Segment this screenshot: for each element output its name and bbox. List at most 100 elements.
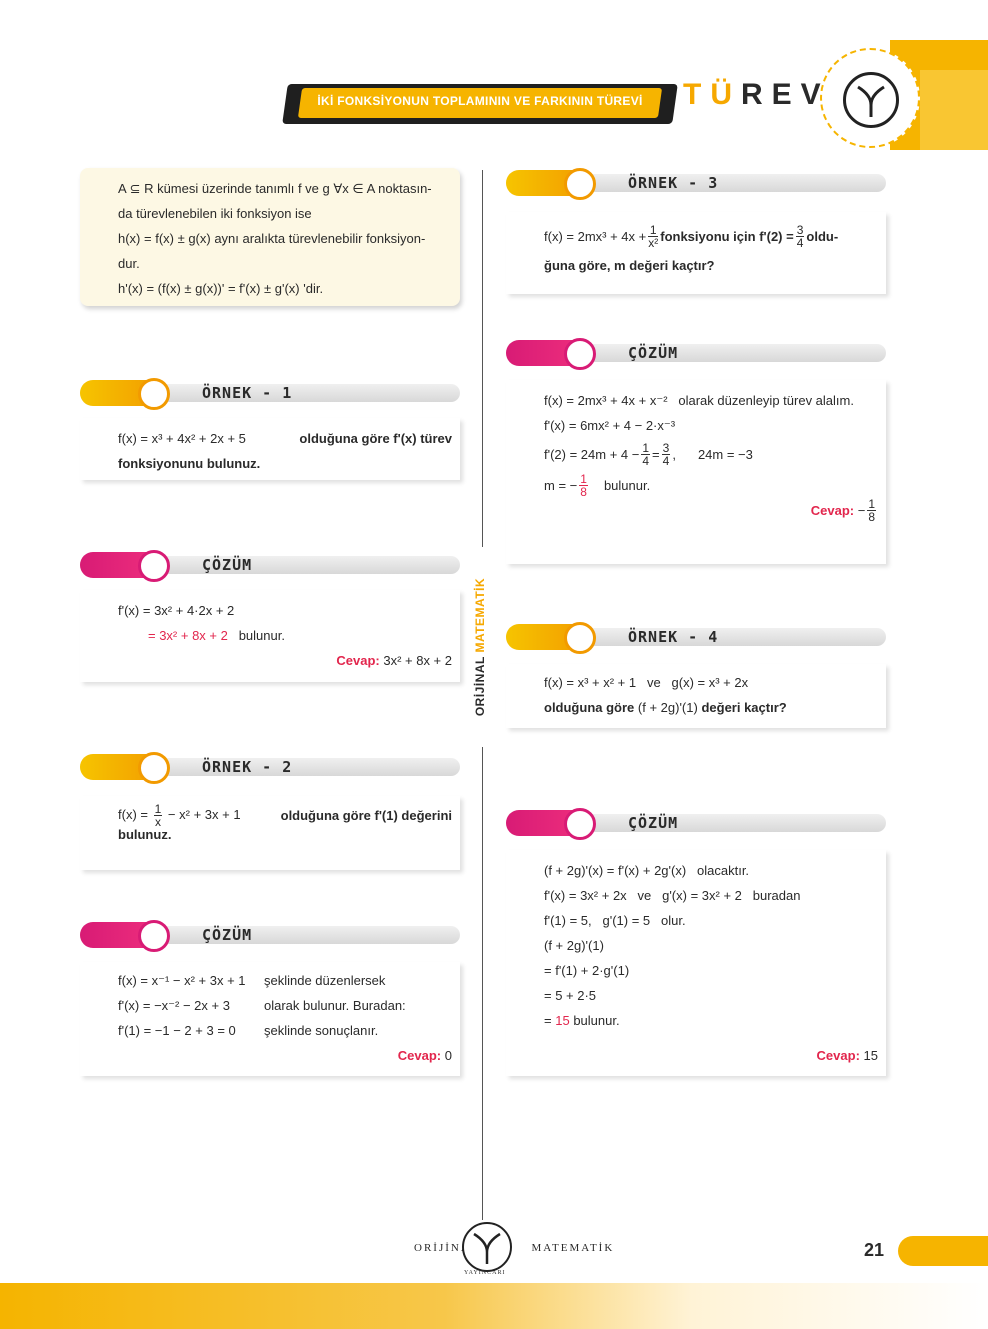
ornek-3-title-bar: ÖRNEK - 3: [506, 168, 886, 200]
cozum-4-line-2-ve: ve: [637, 888, 652, 903]
cozum-3-title: ÇÖZÜM: [628, 344, 679, 362]
cozum-2-title: ÇÖZÜM: [202, 926, 253, 944]
ornek-2-fraction: 1x: [153, 802, 163, 830]
header-banner-text: İKİ FONKSİYONUN TOPLAMININ VE FARKININ T…: [317, 94, 643, 108]
cozum-2-box: f(x) = x⁻¹ − x² + 3x + 1 şeklinde düzenle…: [80, 962, 460, 1076]
cozum-3-line-4-suffix: bulunur.: [603, 478, 651, 493]
cozum-4-box: (f + 2g)'(x) = f'(x) + 2g'(x) olacaktır.…: [506, 850, 886, 1076]
cozum-3-line-4: m = −: [544, 478, 578, 493]
side-brand-label: ORİJİNAL MATEMATİK: [473, 547, 487, 747]
ornek-3-function: f(x) = 2mx³ + 4x +: [544, 229, 647, 244]
ornek-2-title: ÖRNEK - 2: [202, 758, 293, 776]
definition-line-5: h'(x) = (f(x) ± g(x))' = f'(x) ± g'(x) '…: [118, 281, 324, 296]
ornek-1-title: ÖRNEK - 1: [202, 384, 293, 402]
ornek-1-question-b: fonksiyonunu bulunuz.: [118, 456, 261, 471]
cozum-3-answer: Cevap: − 18: [810, 497, 876, 524]
cozum-3-line-1: f(x) = 2mx³ + 4x + x⁻²: [544, 393, 668, 408]
cozum-3-line-2: f'(x) = 6mx² + 4 − 2·x⁻³: [544, 418, 676, 433]
cozum-3-fraction-1: 14: [641, 441, 651, 468]
ornek-4-title: ÖRNEK - 4: [628, 628, 719, 646]
cozum-2-row-3-left: f'(1) = −1 − 2 + 3 = 0: [118, 1023, 236, 1038]
cozum-4-answer: Cevap: 15: [816, 1048, 878, 1063]
y-logo-icon: [843, 72, 899, 128]
ornek-2-fx: f(x) =: [118, 807, 148, 822]
header-title: TÜREV: [683, 78, 830, 111]
cozum-1-line-2-suffix: bulunur.: [238, 628, 285, 643]
cozum-2-row-1-right: şeklinde düzenlersek: [264, 973, 386, 988]
cozum-2-title-bar: ÇÖZÜM: [80, 920, 460, 952]
header-corner-decoration-2: [920, 70, 988, 150]
cozum-4-line-7-suffix: bulunur.: [573, 1013, 620, 1028]
cozum-3-title-bar: ÇÖZÜM: [506, 338, 886, 370]
cozum-1-line-2: = 3x² + 8x + 2: [148, 628, 228, 643]
cozum-2-answer: Cevap: 0: [397, 1048, 452, 1063]
cozum-3-equals: =: [652, 447, 660, 462]
cozum-3-line-3: f'(2) = 24m + 4 −: [544, 447, 640, 462]
cozum-4-line-7-value: 15: [555, 1013, 570, 1028]
definition-box: A ⊆ R kümesi üzerinde tanımlı f ve g ∀x …: [80, 168, 460, 306]
cozum-4-line-2-f: f'(x) = 3x² + 2x: [544, 888, 627, 903]
ornek-4-g: g(x) = x³ + 2x: [671, 675, 749, 690]
cozum-4-line-3-suffix: olur.: [660, 913, 686, 928]
ornek-1-function: f(x) = x³ + 4x² + 2x + 5: [118, 431, 246, 446]
footer-logo-text: ORİJİNAL MATEMATİK: [414, 1242, 615, 1254]
definition-line-2: da türevlenebilen iki fonksiyon ise: [118, 206, 312, 221]
definition-line-4: dur.: [118, 256, 140, 271]
ornek-1-title-bar: ÖRNEK - 1: [80, 378, 460, 410]
ornek-1-question-a: olduğuna göre f'(x) türev: [299, 431, 452, 446]
cozum-3-fraction-m: 18: [579, 472, 588, 499]
cozum-1-box: f'(x) = 3x² + 4·2x + 2 = 3x² + 8x + 2 bu…: [80, 590, 460, 682]
cozum-4-line-3-f: f'(1) = 5,: [544, 913, 592, 928]
ornek-4-question-a: olduğuna göre: [544, 700, 635, 715]
cozum-4-line-1: (f + 2g)'(x) = f'(x) + 2g'(x): [544, 863, 687, 878]
cozum-4-line-7-eq: =: [544, 1013, 552, 1028]
cozum-3-box: f(x) = 2mx³ + 4x + x⁻² olarak düzenleyip…: [506, 380, 886, 564]
cozum-1-line-1: f'(x) = 3x² + 4·2x + 2: [118, 603, 235, 618]
ornek-4-ve: ve: [646, 675, 661, 690]
cozum-4-title: ÇÖZÜM: [628, 814, 679, 832]
cozum-1-answer: Cevap: 3x² + 8x + 2: [336, 653, 452, 668]
cozum-4-line-6: = 5 + 2·5: [544, 988, 597, 1003]
ornek-3-fraction-1: 1 x²: [648, 223, 659, 250]
cozum-4-line-2-g: g'(x) = 3x² + 2: [662, 888, 742, 903]
cozum-3-line-3-result: 24m = −3: [697, 447, 753, 462]
ornek-2-title-bar: ÖRNEK - 2: [80, 752, 460, 784]
ornek-3-question-b: oldu-: [806, 229, 839, 244]
cozum-3-line-1-suffix: olarak düzenleyip türev alalım.: [678, 393, 854, 408]
cozum-1-title-bar: ÇÖZÜM: [80, 550, 460, 582]
page-number: 21: [864, 1240, 885, 1260]
ornek-4-expression: (f + 2g)'(1): [637, 700, 698, 715]
ornek-3-title: ÖRNEK - 3: [628, 174, 719, 192]
ornek-1-box: f(x) = x³ + 4x² + 2x + 5 olduğuna göre f'…: [80, 418, 460, 480]
ornek-2-function-rest: − x² + 3x + 1: [167, 807, 241, 822]
ornek-3-question-c: ğuna göre, m değeri kaçtır?: [544, 258, 715, 273]
cozum-3-fraction-2: 34: [661, 441, 671, 468]
cozum-3-comma: ,: [672, 447, 676, 462]
cozum-4-line-2-suffix: buradan: [752, 888, 801, 903]
cozum-1-title: ÇÖZÜM: [202, 556, 253, 574]
cozum-4-line-3-g: g'(1) = 5: [602, 913, 651, 928]
cozum-4-line-5: = f'(1) + 2·g'(1): [544, 963, 630, 978]
ornek-2-question-b: bulunuz.: [118, 827, 172, 843]
cozum-4-line-1-suffix: olacaktır.: [697, 863, 750, 878]
cozum-2-row-1-left: f(x) = x⁻¹ − x² + 3x + 1: [118, 973, 246, 988]
ornek-2-question-a: olduğuna göre f'(1) değerini: [280, 807, 452, 823]
ornek-4-f: f(x) = x³ + x² + 1: [544, 675, 637, 690]
cozum-2-row-2-left: f'(x) = −x⁻² − 2x + 3: [118, 998, 230, 1013]
ornek-4-box: f(x) = x³ + x² + 1 ve g(x) = x³ + 2x old…: [506, 664, 886, 728]
ornek-3-box: f(x) = 2mx³ + 4x + 1 x² fonksiyonu için f…: [506, 212, 886, 294]
bottom-gradient-bar: [0, 1283, 988, 1329]
cozum-4-title-bar: ÇÖZÜM: [506, 808, 886, 840]
cozum-2-row-3-right: şeklinde sonuçlanır.: [264, 1023, 379, 1038]
ornek-4-question-b: değeri kaçtır?: [701, 700, 787, 715]
page-number-tab: [898, 1236, 988, 1266]
ornek-4-title-bar: ÖRNEK - 4: [506, 622, 886, 654]
ornek-3-fraction-2: 34: [795, 223, 805, 250]
cozum-4-line-4: (f + 2g)'(1): [544, 938, 604, 953]
ornek-3-question-a: fonksiyonu için f'(2) =: [660, 229, 794, 244]
footer-logo-subtitle: YAYINCARI: [464, 1270, 506, 1276]
ornek-2-box: f(x) = 1x − x² + 3x + 1 olduğuna göre f'…: [80, 796, 460, 870]
cozum-2-row-2-right: olarak bulunur. Buradan:: [264, 998, 406, 1013]
definition-line-1: A ⊆ R kümesi üzerinde tanımlı f ve g ∀x …: [118, 181, 432, 196]
footer-y-logo-icon: [462, 1222, 512, 1272]
